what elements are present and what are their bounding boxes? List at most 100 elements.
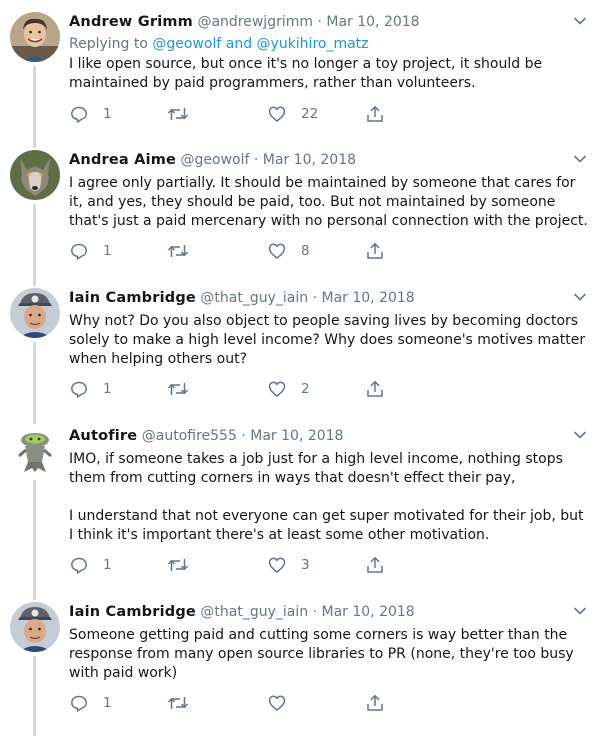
retweet-icon xyxy=(167,245,189,257)
like-button[interactable]: 3 xyxy=(267,555,310,575)
caret-down-icon[interactable] xyxy=(573,154,587,164)
share-button[interactable] xyxy=(365,241,385,261)
tweet-date[interactable]: Mar 10, 2018 xyxy=(263,152,356,168)
separator-dot: · xyxy=(241,428,246,444)
retweet-button[interactable] xyxy=(167,555,203,575)
display-name[interactable]: Iain Cambridge xyxy=(69,290,196,306)
tweet-date[interactable]: Mar 10, 2018 xyxy=(326,14,419,30)
like-count: 2 xyxy=(301,381,310,397)
like-count: 22 xyxy=(301,106,319,122)
thread-line xyxy=(33,66,36,138)
retweet-button[interactable] xyxy=(167,104,203,124)
like-icon xyxy=(268,106,286,122)
separator-dot: · xyxy=(312,290,318,306)
conversation-thread: Andrew Grimm @andrewjgrimm · Mar 10, 201… xyxy=(0,0,599,736)
share-icon xyxy=(367,105,383,122)
display-name[interactable]: Andrea Aime xyxy=(69,152,176,168)
tweet[interactable]: Andrew Grimm @andrewjgrimm · Mar 10, 201… xyxy=(0,0,599,138)
user-handle[interactable]: @that_guy_iain xyxy=(200,290,308,306)
reply-button[interactable]: 1 xyxy=(69,379,112,399)
share-button[interactable] xyxy=(365,104,385,124)
tweet-header: Autofire @autofire555 · Mar 10, 2018 xyxy=(69,426,343,446)
avatar[interactable] xyxy=(10,602,60,652)
tweet-text: I like open source, but once it's no lon… xyxy=(69,56,543,91)
reply-button[interactable]: 1 xyxy=(69,241,112,261)
retweet-icon xyxy=(167,383,189,395)
thread-line xyxy=(33,138,36,148)
separator-dot: · xyxy=(253,152,259,168)
like-icon xyxy=(268,557,286,573)
thread-line xyxy=(33,480,36,590)
retweet-icon xyxy=(167,108,189,120)
like-button[interactable] xyxy=(267,693,301,713)
share-button[interactable] xyxy=(365,555,385,575)
tweet-date[interactable]: Mar 10, 2018 xyxy=(250,428,343,444)
tweet-header: Andrea Aime @geowolf · Mar 10, 2018 xyxy=(69,150,356,170)
reply-count: 1 xyxy=(103,243,112,259)
share-icon xyxy=(367,380,383,397)
like-icon xyxy=(268,381,286,397)
caret-down-icon[interactable] xyxy=(573,430,587,440)
like-count: 8 xyxy=(301,243,310,259)
tweet[interactable]: Iain Cambridge @that_guy_iain · Mar 10, … xyxy=(0,590,599,736)
tweet[interactable]: Iain Cambridge @that_guy_iain · Mar 10, … xyxy=(0,276,599,414)
tweet-actions: 1 xyxy=(69,693,399,713)
reply-button[interactable]: 1 xyxy=(69,555,112,575)
share-button[interactable] xyxy=(365,379,385,399)
user-handle[interactable]: @andrewjgrimm xyxy=(197,14,313,30)
retweet-button[interactable] xyxy=(167,241,203,261)
display-name[interactable]: Iain Cambridge xyxy=(69,604,196,620)
tweet-actions: 1 3 xyxy=(69,555,399,575)
user-handle[interactable]: @that_guy_iain xyxy=(200,604,308,620)
like-button[interactable]: 22 xyxy=(267,104,318,124)
caret-down-icon[interactable] xyxy=(573,292,587,302)
reply-count: 1 xyxy=(103,557,112,573)
tweet-date[interactable]: Mar 10, 2018 xyxy=(321,290,414,306)
avatar[interactable] xyxy=(10,288,60,338)
tweet-actions: 1 2 xyxy=(69,379,399,399)
caret-down-icon[interactable] xyxy=(573,606,587,616)
tweet[interactable]: Andrea Aime @geowolf · Mar 10, 2018 I ag… xyxy=(0,138,599,276)
reply-icon xyxy=(71,557,87,574)
thread-line xyxy=(33,414,36,424)
replying-to: Replying to @geowolf and @yukihiro_matz xyxy=(69,34,369,54)
like-icon xyxy=(268,243,286,259)
tweet[interactable]: Autofire @autofire555 · Mar 10, 2018 IMO… xyxy=(0,414,599,590)
reply-icon xyxy=(71,695,87,712)
tweet-text: Someone getting paid and cutting some co… xyxy=(69,627,574,681)
reply-icon xyxy=(71,381,87,398)
reply-button[interactable]: 1 xyxy=(69,693,112,713)
like-button[interactable]: 8 xyxy=(267,241,310,261)
thread-line xyxy=(33,342,36,414)
share-icon xyxy=(367,694,383,711)
avatar[interactable] xyxy=(10,426,60,476)
retweet-button[interactable] xyxy=(167,693,203,713)
share-button[interactable] xyxy=(365,693,385,713)
replying-to-mentions[interactable]: @geowolf and @yukihiro_matz xyxy=(152,36,368,52)
tweet-actions: 1 22 xyxy=(69,104,399,124)
caret-down-icon[interactable] xyxy=(573,16,587,26)
tweet-header: Andrew Grimm @andrewjgrimm · Mar 10, 201… xyxy=(69,12,420,32)
thread-line xyxy=(33,590,36,600)
display-name[interactable]: Autofire xyxy=(69,428,137,444)
avatar[interactable] xyxy=(10,12,60,62)
tweet-header: Iain Cambridge @that_guy_iain · Mar 10, … xyxy=(69,602,415,622)
thread-line xyxy=(33,204,36,276)
retweet-icon xyxy=(167,559,189,571)
retweet-button[interactable] xyxy=(167,379,203,399)
separator-dot: · xyxy=(312,604,318,620)
reply-count: 1 xyxy=(103,695,112,711)
like-button[interactable]: 2 xyxy=(267,379,310,399)
display-name[interactable]: Andrew Grimm xyxy=(69,14,193,30)
share-icon xyxy=(367,556,383,573)
thread-line xyxy=(33,276,36,286)
retweet-icon xyxy=(167,697,189,709)
tweet-date[interactable]: Mar 10, 2018 xyxy=(321,604,414,620)
user-handle[interactable]: @autofire555 xyxy=(142,428,237,444)
replying-to-label: Replying to xyxy=(69,36,153,52)
user-handle[interactable]: @geowolf xyxy=(181,152,250,168)
reply-count: 1 xyxy=(103,381,112,397)
reply-icon xyxy=(71,106,87,123)
reply-button[interactable]: 1 xyxy=(69,104,112,124)
avatar[interactable] xyxy=(10,150,60,200)
